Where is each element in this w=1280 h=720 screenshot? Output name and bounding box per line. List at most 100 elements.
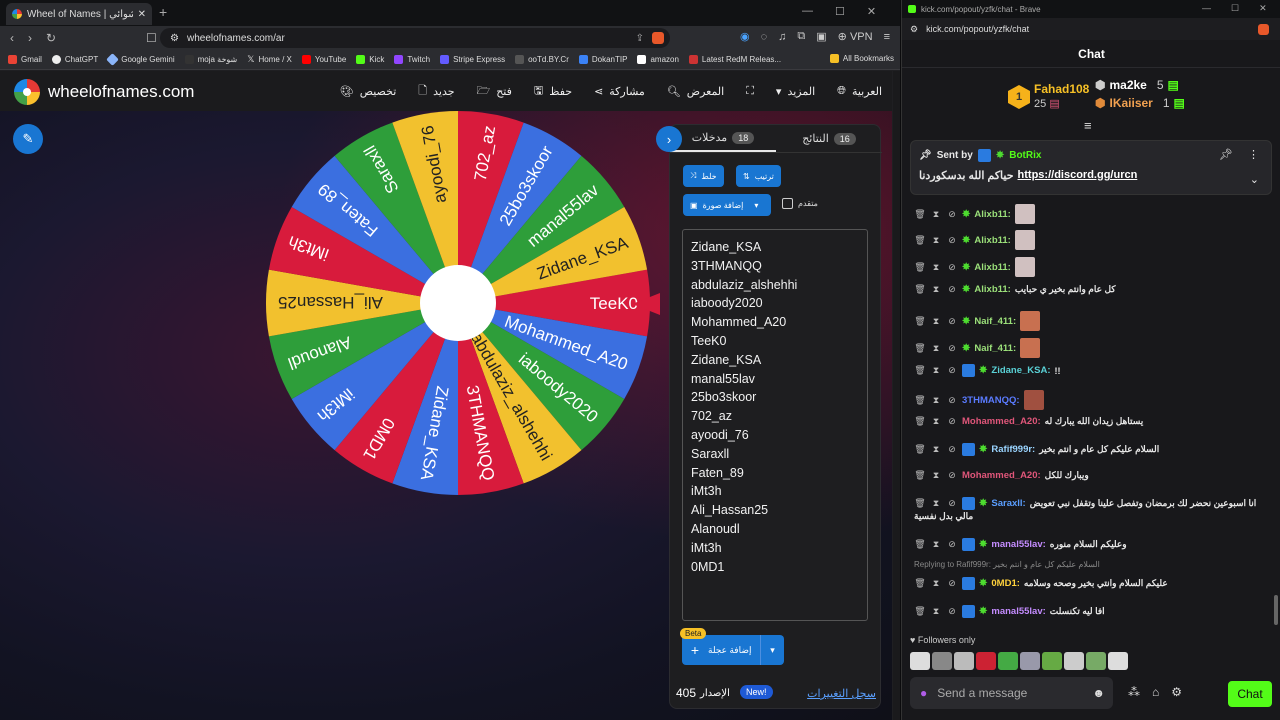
wheel-center[interactable]	[420, 265, 496, 341]
delete-icon[interactable]: 🗑︎	[914, 365, 926, 376]
bookmark-item[interactable]: amazon	[637, 55, 679, 64]
audio-icon[interactable]: ◉	[740, 30, 750, 43]
chat-message[interactable]: 🗑︎ ⧗ ⊘ ✸ Alixb11:	[914, 257, 1264, 277]
brave-shield-icon[interactable]	[652, 32, 664, 44]
microphone-icon[interactable]: ●	[920, 686, 927, 700]
delete-icon[interactable]: 🗑︎	[914, 606, 926, 617]
timeout-icon[interactable]: ⧗	[930, 578, 942, 589]
close-tab-icon[interactable]: ✕	[138, 9, 146, 20]
ban-icon[interactable]: ⊘	[946, 209, 958, 220]
ban-icon[interactable]: ⊘	[946, 365, 958, 376]
leader-3[interactable]: ⬢ IKaiiser 1 ▤	[1095, 96, 1185, 110]
shuffle-button[interactable]: ⤨ خلط	[683, 165, 724, 187]
delete-icon[interactable]: 🗑︎	[914, 578, 926, 589]
advanced-checkbox[interactable]	[782, 198, 793, 209]
ban-icon[interactable]: ⊘	[946, 416, 958, 427]
chat-message[interactable]: 🗑︎ ⧗ ⊘ ✸ manal55lav: افا ليه تكنسلت	[914, 605, 1264, 618]
advanced-checkbox-wrap[interactable]: متقدم	[782, 198, 818, 209]
bookmark-item[interactable]: ooTd.BY.Cr	[515, 55, 569, 64]
ban-icon[interactable]: ⊘	[946, 444, 958, 455]
chat-username[interactable]: Mohammed_A20:	[962, 416, 1041, 427]
site-logo[interactable]: wheelofnames.com	[14, 79, 194, 105]
timeout-icon[interactable]: ⧗	[930, 539, 942, 550]
fullscreen-button[interactable]: ⛶	[746, 85, 754, 98]
ban-icon[interactable]: ⊘	[946, 284, 958, 295]
chat-message[interactable]: 🗑︎ ⧗ ⊘ ✸ Alixb11: كل عام وانتم بخير ي حبايب	[914, 284, 1264, 295]
chat-message[interactable]: Replying to Rafif999r: السلام عليكم كل ع…	[914, 560, 1264, 590]
ban-icon[interactable]: ⊘	[946, 498, 958, 509]
browser-tab[interactable]: Wheel of Names | سم العشوائي ✕	[6, 3, 152, 25]
chat-username[interactable]: Alixb11:	[974, 235, 1010, 246]
bookmark-item[interactable]: YouTube	[301, 55, 346, 64]
settings-icon[interactable]: ⚙	[1171, 685, 1182, 699]
maximize-icon[interactable]: ☐	[1231, 3, 1239, 14]
site-settings-icon[interactable]: ⚙	[910, 24, 918, 35]
store-icon[interactable]: ⌂	[1152, 685, 1159, 699]
add-image-button[interactable]: ▣ إضافة صورة ▾	[683, 194, 771, 216]
ban-icon[interactable]: ⊘	[946, 606, 958, 617]
ban-icon[interactable]: ⊘	[946, 578, 958, 589]
share-button[interactable]: ⋖ مشاركة	[594, 85, 645, 98]
chat-message[interactable]: 🗑︎ ⧗ ⊘ Mohammed_A20: ويبارك للكل	[914, 470, 1264, 481]
ban-icon[interactable]: ⊘	[946, 343, 958, 354]
bookmark-item[interactable]: Kick	[356, 55, 384, 64]
language-selector[interactable]: 🌐︎ العربية	[837, 85, 882, 98]
chat-message[interactable]: 🗑︎ ⧗ ⊘ ✸ Alixb11:	[914, 204, 1264, 224]
menu-icon[interactable]: ≡	[884, 31, 890, 43]
chat-scrollbar[interactable]	[1274, 200, 1278, 670]
delete-icon[interactable]: 🗑︎	[914, 416, 926, 427]
timeout-icon[interactable]: ⧗	[930, 606, 942, 617]
emoji-icon[interactable]: ☻	[1092, 686, 1105, 700]
bookmark-item[interactable]: Latest RedM Releas...	[688, 55, 781, 64]
site-info-icon[interactable]: ⚙	[170, 33, 179, 44]
wallet-icon[interactable]: ◌	[761, 31, 768, 43]
delete-icon[interactable]: 🗑︎	[914, 316, 926, 327]
page-scrollbar[interactable]	[893, 71, 900, 720]
delete-icon[interactable]: 🗑︎	[914, 444, 926, 455]
leader-1[interactable]: 1 Fahad108 25 ▤	[1008, 82, 1089, 112]
chat-username[interactable]: manal55lav:	[991, 606, 1045, 617]
delete-icon[interactable]: 🗑︎	[914, 262, 926, 273]
bookmark-item[interactable]: ChatGPT	[51, 55, 98, 64]
more-options-icon[interactable]: ⋮	[1248, 148, 1259, 161]
delete-icon[interactable]: 🗑︎	[914, 498, 926, 509]
chat-username[interactable]: Saraxll:	[991, 498, 1025, 509]
timeout-icon[interactable]: ⧗	[930, 262, 942, 273]
chat-username[interactable]: Naif_411:	[974, 343, 1016, 354]
chat-message[interactable]: 🗑︎ ⧗ ⊘ Mohammed_A20: يستاهل زيدان الله يبارك…	[914, 416, 1264, 427]
unpin-icon[interactable]: 📌︎	[1219, 148, 1233, 161]
chevron-down-icon[interactable]: ▾	[760, 635, 784, 665]
all-bookmarks-button[interactable]: All Bookmarks	[829, 54, 894, 63]
name-wheel[interactable]: TeeK0Mohammed_A20iaboody2020abdulaziz_al…	[258, 110, 658, 510]
delete-icon[interactable]: 🗑︎	[914, 284, 926, 295]
media-icon[interactable]: ♫	[778, 31, 786, 43]
chat-input[interactable]: ● Send a message ☻	[910, 677, 1113, 709]
forward-icon[interactable]: ›	[28, 31, 32, 45]
maximize-icon[interactable]: ☐	[835, 5, 845, 18]
sidebar-icon[interactable]: ▣	[816, 30, 826, 43]
close-window-icon[interactable]: ✕	[867, 5, 876, 18]
chat-message[interactable]: 🗑︎ ⧗ ⊘ 3THMANQQ:	[914, 390, 1264, 410]
timeout-icon[interactable]: ⧗	[930, 416, 942, 427]
sort-button[interactable]: ⇅ ترتيب	[736, 165, 781, 187]
bookmark-item[interactable]: Stripe Express	[440, 55, 505, 64]
new-tab-button[interactable]: +	[159, 4, 167, 20]
bookmark-item[interactable]: Gmail	[8, 55, 42, 64]
ban-icon[interactable]: ⊘	[946, 235, 958, 246]
bookmark-icon[interactable]: ☐	[146, 31, 157, 45]
ban-icon[interactable]: ⊘	[946, 395, 958, 406]
timeout-icon[interactable]: ⧗	[930, 365, 942, 376]
tab-results[interactable]: النتائج 16	[776, 125, 882, 152]
save-button[interactable]: 🖫 حفظ	[534, 82, 572, 101]
expand-leaderboard-icon[interactable]: ≡	[1084, 118, 1092, 133]
bookmark-item[interactable]: moja شوخة	[184, 55, 237, 64]
timeout-icon[interactable]: ⧗	[930, 343, 942, 354]
delete-icon[interactable]: 🗑︎	[914, 209, 926, 220]
chat-username[interactable]: Alixb11:	[974, 209, 1010, 220]
chat-message[interactable]: 🗑︎ ⧗ ⊘ ✸ Rafif999r: السلام عليكم كل عام و انت…	[914, 443, 1264, 456]
chat-username[interactable]: Naif_411:	[974, 316, 1016, 327]
bookmark-item[interactable]: Google Gemini	[106, 53, 175, 66]
chat-username[interactable]: Mohammed_A20:	[962, 470, 1041, 481]
close-window-icon[interactable]: ✕	[1259, 3, 1267, 14]
ban-icon[interactable]: ⊘	[946, 262, 958, 273]
